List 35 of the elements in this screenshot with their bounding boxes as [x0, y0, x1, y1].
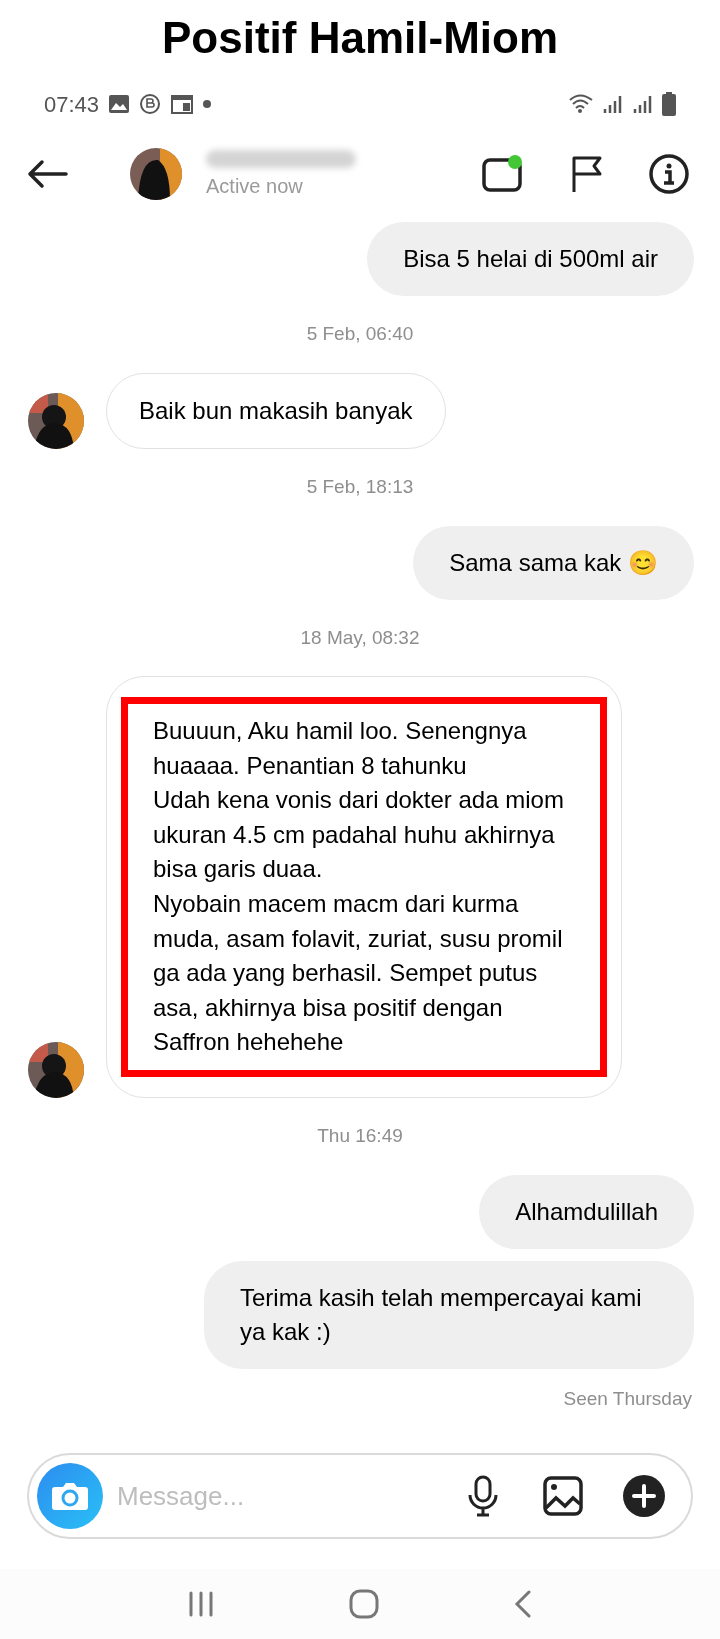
dot-icon: [203, 100, 212, 108]
camera-icon: [51, 1481, 89, 1511]
plus-icon[interactable]: [623, 1475, 665, 1517]
home-icon[interactable]: [349, 1589, 379, 1619]
flag-icon[interactable]: [570, 155, 604, 193]
message-bubble: Sama sama kak 😊: [413, 525, 694, 600]
camera-button[interactable]: [37, 1463, 103, 1529]
chat-bubble-icon: [139, 93, 162, 115]
avatar: [130, 148, 182, 200]
seen-status: Seen Thursday: [563, 1386, 692, 1411]
date-separator: 5 Feb, 06:40: [306, 322, 414, 346]
active-status: Active now: [206, 174, 304, 198]
message-bubble: Terima kasih telah mempercayai kami ya kak :): [204, 1260, 694, 1369]
signal-icon: [602, 93, 624, 115]
status-time: 07:43: [44, 90, 100, 119]
recent-apps-icon[interactable]: [187, 1591, 214, 1617]
battery-icon: [662, 92, 676, 116]
back-arrow-icon[interactable]: [26, 159, 68, 189]
message-bubble: Bisa 5 helai di 500ml air: [367, 222, 694, 296]
image-icon[interactable]: [543, 1476, 583, 1516]
calendar-icon: [171, 94, 194, 114]
info-icon[interactable]: [648, 153, 690, 195]
signal-icon: [632, 93, 654, 115]
wifi-icon: [568, 93, 594, 115]
image-icon: [109, 95, 130, 113]
date-separator: 18 May, 08:32: [300, 625, 420, 650]
highlighted-message-text: Buuuun, Aku hamil loo. Senengnya huaaaa. Penantian 8 tahunku Udah kena vonis dari dokter ada miom ukuran 4.5 cm padahal huhu akhirnya bisa garis duaa. Nyobain macem macm dari kurma muda, asam folavit, zuriat, susu promil ga ada yang berhasil. Sempet putus asa, akhirnya bisa positif dengan Saffron hehehehe: [121, 697, 607, 1078]
back-icon[interactable]: [514, 1590, 533, 1618]
date-separator: Thu 16:49: [317, 1124, 403, 1149]
microphone-icon[interactable]: [467, 1475, 499, 1517]
caption-title: Positif Hamil-Miom: [162, 12, 558, 64]
message-input[interactable]: Message...: [117, 1476, 453, 1516]
date-separator: 5 Feb, 18:13: [306, 475, 414, 500]
message-text: Baik bun makasih banyak: [138, 395, 414, 426]
message-bubble: Alhamdulillah: [479, 1174, 694, 1249]
